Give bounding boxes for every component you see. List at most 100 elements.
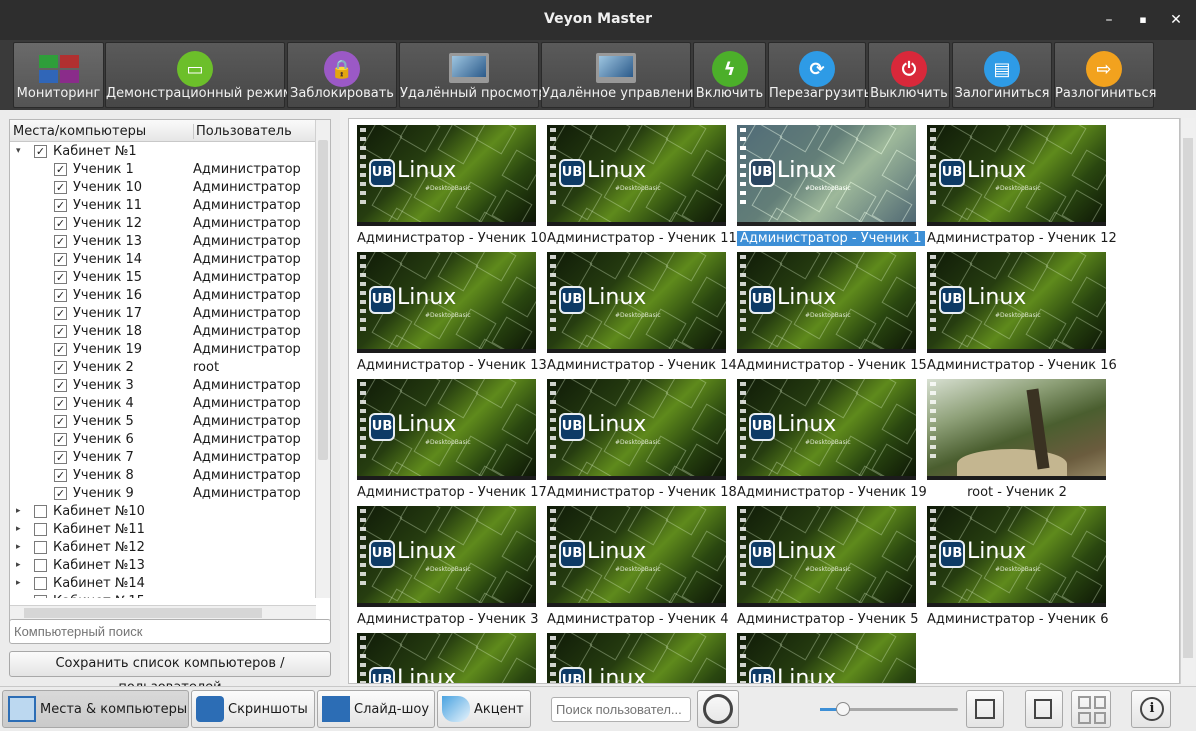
computer-tile[interactable]: UB Linux #DesktopBasic Администратор - Учен…	[737, 252, 927, 374]
reboot-button[interactable]: ⟳ Перезагрузить	[768, 42, 871, 108]
tree-group-closed[interactable]: ▸ Кабинет №12	[10, 539, 316, 557]
checkbox[interactable]: ✓	[54, 289, 67, 302]
col-user[interactable]: Пользователь	[193, 124, 292, 139]
computer-tile[interactable]: UB Linux #DesktopBasic Администратор - Учен…	[737, 125, 925, 247]
computer-tile[interactable]: UB Linux #DesktopBasic Администратор - Учен…	[927, 252, 1117, 374]
checkbox[interactable]	[34, 577, 47, 590]
screen-thumbnail[interactable]: UBLinux#DesktopBasic	[927, 252, 1106, 353]
computer-tile[interactable]: UBLinux#DesktopBasic	[547, 633, 727, 683]
tree-computer-row[interactable]: ✓ Ученик 19 Администратор	[10, 341, 316, 359]
computer-tile[interactable]: root - Ученик 2	[927, 379, 1107, 501]
checkbox[interactable]: ✓	[54, 343, 67, 356]
checkbox[interactable]: ✓	[54, 433, 67, 446]
tree-computer-row[interactable]: ✓ Ученик 14 Администратор	[10, 251, 316, 269]
computer-tile[interactable]: UB Linux #DesktopBasic Администратор - Учен…	[357, 379, 547, 501]
minimize-button[interactable]: –	[1099, 10, 1119, 30]
monitoring-button[interactable]: Мониторинг	[13, 42, 104, 108]
checkbox[interactable]: ✓	[54, 379, 67, 392]
checkbox[interactable]: ✓	[54, 217, 67, 230]
screen-thumbnail[interactable]: UBLinux#DesktopBasic	[357, 252, 536, 353]
demo-button[interactable]: ▭ Демонстрационный режим	[105, 42, 293, 108]
rearrange-button[interactable]	[1025, 690, 1063, 728]
tree-computer-row[interactable]: ✓ Ученик 6 Администратор	[10, 431, 316, 449]
computer-tile[interactable]: UB Linux #DesktopBasic Администратор - Учен…	[547, 506, 729, 628]
expand-arrow-icon[interactable]: ▸	[16, 578, 26, 588]
locations-tab-button[interactable]: Места & компьютеры	[2, 690, 189, 728]
computer-tile[interactable]: UB Linux #DesktopBasic Администратор - Учен…	[737, 506, 919, 628]
checkbox[interactable]: ✓	[54, 415, 67, 428]
computer-tile[interactable]: UB Linux #DesktopBasic Администратор - Учен…	[357, 506, 539, 628]
grid-vscroll[interactable]	[1180, 118, 1195, 684]
tree-computer-row[interactable]: ✓ Ученик 11 Администратор	[10, 197, 316, 215]
computer-tile[interactable]: UB Linux #DesktopBasic Администратор - Учен…	[357, 252, 547, 374]
expand-arrow-icon[interactable]: ▸	[16, 506, 26, 516]
screen-thumbnail[interactable]: UBLinux#DesktopBasic	[357, 125, 536, 226]
lock-button[interactable]: 🔒 Заблокировать	[287, 42, 397, 108]
computer-tile[interactable]: UB Linux #DesktopBasic Администратор - Учен…	[547, 125, 737, 247]
screen-thumbnail[interactable]: UBLinux#DesktopBasic	[547, 633, 726, 683]
checkbox[interactable]: ✓	[54, 325, 67, 338]
expand-arrow-icon[interactable]: ▾	[16, 146, 26, 156]
save-list-button[interactable]: Сохранить список компьютеров / пользоват…	[9, 651, 331, 695]
slideshow-tab-button[interactable]: Слайд-шоу	[317, 690, 435, 728]
logout-button[interactable]: ⇨ Разлогиниться	[1054, 42, 1156, 108]
checkbox[interactable]: ✓	[54, 307, 67, 320]
tree-hscroll[interactable]	[10, 605, 316, 620]
screen-thumbnail[interactable]: UBLinux#DesktopBasic	[547, 125, 726, 226]
login-button[interactable]: ▤ Залогиниться	[952, 42, 1052, 108]
tree-group-closed[interactable]: ▸ Кабинет №13	[10, 557, 316, 575]
checkbox[interactable]: ✓	[54, 181, 67, 194]
user-search-input[interactable]	[551, 697, 691, 722]
screen-thumbnail[interactable]: UBLinux#DesktopBasic	[737, 506, 916, 607]
expand-arrow-icon[interactable]: ▸	[16, 524, 26, 534]
screen-thumbnail[interactable]: UBLinux#DesktopBasic	[737, 379, 916, 480]
tree-computer-row[interactable]: ✓ Ученик 18 Администратор	[10, 323, 316, 341]
computer-tile[interactable]: UBLinux#DesktopBasic	[357, 633, 537, 683]
grid-view-button[interactable]	[1071, 690, 1111, 728]
maximize-button[interactable]: ▪	[1133, 10, 1153, 30]
checkbox[interactable]: ✓	[54, 235, 67, 248]
remote-control-button[interactable]: Удалённое управление	[541, 42, 702, 108]
power-on-button[interactable]: ϟ Включить	[693, 42, 766, 108]
screen-thumbnail[interactable]: UBLinux#DesktopBasic	[737, 633, 916, 683]
checkbox[interactable]	[34, 559, 47, 572]
checkbox[interactable]: ✓	[54, 469, 67, 482]
screen-thumbnail[interactable]: UBLinux#DesktopBasic	[737, 252, 916, 353]
tree-computer-row[interactable]: ✓ Ученик 16 Администратор	[10, 287, 316, 305]
expand-arrow-icon[interactable]: ▸	[16, 542, 26, 552]
power-button[interactable]	[697, 690, 739, 728]
checkbox[interactable]: ✓	[34, 145, 47, 158]
tree-group-closed[interactable]: ▸ Кабинет №10	[10, 503, 316, 521]
tree-computer-row[interactable]: ✓ Ученик 1 Администратор	[10, 161, 316, 179]
computer-tile[interactable]: UB Linux #DesktopBasic Администратор - Учен…	[357, 125, 547, 247]
screen-thumbnail[interactable]: UBLinux#DesktopBasic	[357, 379, 536, 480]
checkbox[interactable]: ✓	[54, 361, 67, 374]
scroll-thumb[interactable]	[24, 608, 262, 618]
screen-thumbnail[interactable]: UBLinux#DesktopBasic	[737, 125, 916, 226]
checkbox[interactable]: ✓	[54, 451, 67, 464]
tree-computer-row[interactable]: ✓ Ученик 2 root	[10, 359, 316, 377]
tree-group-closed[interactable]: ▸ Кабинет №15	[10, 593, 316, 598]
screenshots-tab-button[interactable]: Скриншоты	[191, 690, 315, 728]
expand-arrow-icon[interactable]: ▸	[16, 560, 26, 570]
screen-thumbnail[interactable]: UBLinux#DesktopBasic	[547, 252, 726, 353]
checkbox[interactable]: ✓	[54, 253, 67, 266]
fit-view-button[interactable]	[966, 690, 1004, 728]
tree-computer-row[interactable]: ✓ Ученик 4 Администратор	[10, 395, 316, 413]
zoom-slider-knob[interactable]	[836, 702, 851, 716]
checkbox[interactable]: ✓	[54, 163, 67, 176]
scroll-thumb[interactable]	[318, 140, 328, 460]
computer-search-input[interactable]	[9, 619, 331, 644]
screen-thumbnail[interactable]: UBLinux#DesktopBasic	[547, 506, 726, 607]
screen-thumbnail[interactable]: UBLinux#DesktopBasic	[357, 506, 536, 607]
tree-computer-row[interactable]: ✓ Ученик 3 Администратор	[10, 377, 316, 395]
expand-arrow-icon[interactable]: ▸	[16, 596, 26, 598]
computer-tile[interactable]: UB Linux #DesktopBasic Администратор - Учен…	[547, 252, 737, 374]
screen-thumbnail[interactable]	[927, 379, 1106, 480]
computer-tile[interactable]: UB Linux #DesktopBasic Администратор - Учен…	[547, 379, 737, 501]
scroll-thumb[interactable]	[1183, 138, 1193, 658]
tree-computer-row[interactable]: ✓ Ученик 12 Администратор	[10, 215, 316, 233]
zoom-slider[interactable]	[820, 702, 958, 716]
tree-vscroll[interactable]	[315, 120, 330, 598]
spotlight-tab-button[interactable]: Акцент	[437, 690, 531, 728]
